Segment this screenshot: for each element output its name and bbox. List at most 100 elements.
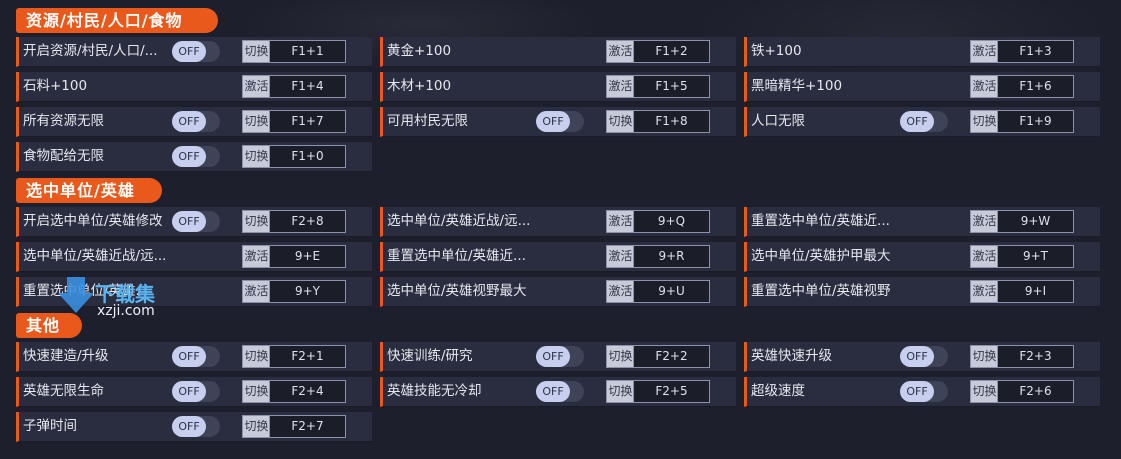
toggle-state-label: OFF (172, 346, 206, 367)
cheat-label: 超级速度 (751, 383, 805, 399)
hotkey-field[interactable]: 9+Y (269, 280, 346, 303)
toggle-state-label: OFF (900, 346, 934, 367)
cheat-row: 快速建造/升级 OFF 切换 F2+1 (16, 342, 372, 372)
cheat-toggle[interactable]: OFF (900, 111, 948, 132)
cheat-toggle[interactable]: OFF (172, 146, 220, 167)
cheat-toggle[interactable]: OFF (172, 416, 220, 437)
activate-button[interactable]: 激活 (606, 210, 635, 233)
cheat-row: 石料+100 激活 F1+4 (16, 72, 372, 102)
cheat-label: 人口无限 (751, 113, 805, 129)
hotkey-field[interactable]: 9+R (633, 245, 710, 268)
hotkey-field[interactable]: F1+2 (633, 40, 710, 63)
hotkey-field[interactable]: F2+5 (633, 380, 710, 403)
cheat-label: 选中单位/英雄近战/远... (387, 213, 531, 229)
toggle-button[interactable]: 切换 (970, 110, 999, 133)
hotkey-field[interactable]: 9+I (997, 280, 1074, 303)
activate-button[interactable]: 激活 (606, 245, 635, 268)
hotkey-field[interactable]: 9+U (633, 280, 710, 303)
hotkey-field[interactable]: F1+7 (269, 110, 346, 133)
hotkey-field[interactable]: F1+0 (269, 145, 346, 168)
cheat-row: 开启资源/村民/人口/... OFF 切换 F1+1 (16, 37, 372, 67)
activate-button[interactable]: 激活 (606, 280, 635, 303)
hotkey-field[interactable]: F2+1 (269, 345, 346, 368)
hotkey-field[interactable]: F1+3 (997, 40, 1074, 63)
cheat-row: 英雄技能无冷却 OFF 切换 F2+5 (380, 377, 736, 407)
toggle-button[interactable]: 切换 (242, 40, 271, 63)
toggle-button[interactable]: 切换 (606, 380, 635, 403)
toggle-state-label: OFF (900, 381, 934, 402)
cheat-label: 黑暗精华+100 (751, 78, 843, 94)
cheat-toggle[interactable]: OFF (172, 111, 220, 132)
hotkey-field[interactable]: 9+T (997, 245, 1074, 268)
hotkey-field[interactable]: F1+1 (269, 40, 346, 63)
hotkey-field[interactable]: F1+6 (997, 75, 1074, 98)
cheat-toggle[interactable]: OFF (536, 346, 584, 367)
cheat-row: 重置选中单位/英雄近... 激活 9+W (744, 207, 1100, 237)
toggle-button[interactable]: 切换 (242, 415, 271, 438)
cheat-label: 铁+100 (751, 43, 802, 59)
cheat-row: 英雄快速升级 OFF 切换 F2+3 (744, 342, 1100, 372)
cheat-toggle[interactable]: OFF (172, 41, 220, 62)
cheat-label: 子弹时间 (23, 418, 77, 434)
cheat-label: 重置选中单位/英雄近... (751, 213, 890, 229)
section-title: 选中单位/英雄 (16, 178, 162, 203)
activate-button[interactable]: 激活 (970, 245, 999, 268)
section-title: 资源/村民/人口/食物 (16, 8, 218, 33)
toggle-state-label: OFF (536, 111, 570, 132)
activate-button[interactable]: 激活 (242, 280, 271, 303)
toggle-button[interactable]: 切换 (242, 145, 271, 168)
cheat-toggle[interactable]: OFF (536, 111, 584, 132)
hotkey-field[interactable]: F1+4 (269, 75, 346, 98)
cheat-label: 快速建造/升级 (23, 348, 109, 364)
toggle-button[interactable]: 切换 (606, 110, 635, 133)
cheat-toggle[interactable]: OFF (172, 211, 220, 232)
activate-button[interactable]: 激活 (242, 75, 271, 98)
toggle-button[interactable]: 切换 (242, 110, 271, 133)
cheat-toggle[interactable]: OFF (900, 346, 948, 367)
cheat-label: 选中单位/英雄视野最大 (387, 283, 527, 299)
hotkey-field[interactable]: F1+8 (633, 110, 710, 133)
activate-button[interactable]: 激活 (606, 75, 635, 98)
cheat-toggle[interactable]: OFF (172, 381, 220, 402)
hotkey-field[interactable]: 9+E (269, 245, 346, 268)
cheat-label: 开启选中单位/英雄修改 (23, 213, 163, 229)
toggle-button[interactable]: 切换 (970, 380, 999, 403)
toggle-state-label: OFF (172, 111, 206, 132)
activate-button[interactable]: 激活 (970, 40, 999, 63)
hotkey-field[interactable]: F1+9 (997, 110, 1074, 133)
cheat-label: 快速训练/研究 (387, 348, 473, 364)
cheat-row: 铁+100 激活 F1+3 (744, 37, 1100, 67)
hotkey-field[interactable]: 9+Q (633, 210, 710, 233)
activate-button[interactable]: 激活 (970, 75, 999, 98)
cheat-label: 重置选中单位/英雄视野 (751, 283, 891, 299)
cheat-toggle[interactable]: OFF (536, 381, 584, 402)
hotkey-field[interactable]: F2+4 (269, 380, 346, 403)
hotkey-field[interactable]: F2+2 (633, 345, 710, 368)
cheat-toggle[interactable]: OFF (900, 381, 948, 402)
toggle-state-label: OFF (172, 146, 206, 167)
cheat-label: 开启资源/村民/人口/... (23, 43, 158, 59)
cheat-row: 子弹时间 OFF 切换 F2+7 (16, 412, 372, 442)
toggle-state-label: OFF (900, 111, 934, 132)
cheat-toggle[interactable]: OFF (172, 346, 220, 367)
toggle-button[interactable]: 切换 (242, 210, 271, 233)
activate-button[interactable]: 激活 (970, 210, 999, 233)
cheat-label: 食物配给无限 (23, 148, 104, 164)
activate-button[interactable]: 激活 (970, 280, 999, 303)
hotkey-field[interactable]: 9+W (997, 210, 1074, 233)
hotkey-field[interactable]: F2+6 (997, 380, 1074, 403)
toggle-button[interactable]: 切换 (606, 345, 635, 368)
toggle-button[interactable]: 切换 (242, 345, 271, 368)
toggle-button[interactable]: 切换 (970, 345, 999, 368)
watermark: 下载集 xzji.com (55, 275, 195, 321)
hotkey-field[interactable]: F2+8 (269, 210, 346, 233)
cheat-label: 英雄技能无冷却 (387, 383, 482, 399)
hotkey-field[interactable]: F2+7 (269, 415, 346, 438)
activate-button[interactable]: 激活 (242, 245, 271, 268)
activate-button[interactable]: 激活 (606, 40, 635, 63)
hotkey-field[interactable]: F1+5 (633, 75, 710, 98)
hotkey-field[interactable]: F2+3 (997, 345, 1074, 368)
cheat-row: 开启选中单位/英雄修改 OFF 切换 F2+8 (16, 207, 372, 237)
toggle-button[interactable]: 切换 (242, 380, 271, 403)
cheat-row: 人口无限 OFF 切换 F1+9 (744, 107, 1100, 137)
